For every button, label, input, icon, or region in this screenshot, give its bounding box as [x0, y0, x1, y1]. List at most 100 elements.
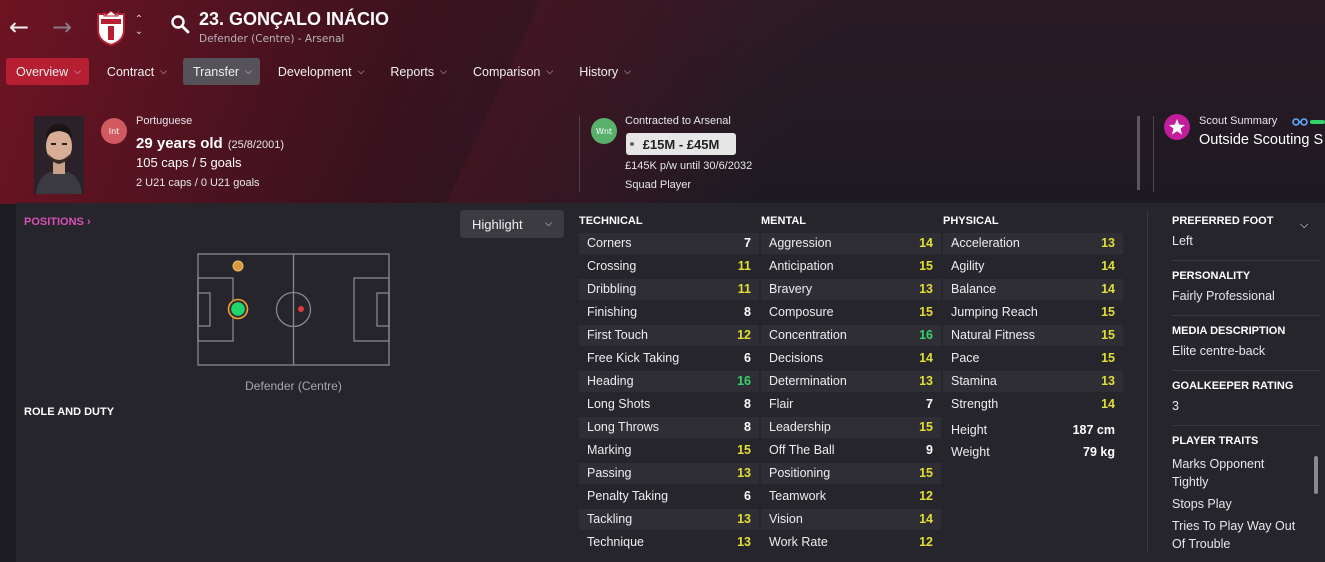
position-caption: Defender (Centre)	[245, 379, 342, 393]
attribute-name: Teamwork	[769, 489, 826, 503]
attribute-value: 15	[1101, 328, 1115, 342]
attribute-name: Off The Ball	[769, 443, 835, 457]
transfer-status-badge[interactable]: Wnt	[591, 118, 617, 144]
club-crest-icon[interactable]	[95, 10, 127, 46]
attribute-row[interactable]: Decisions 14	[761, 348, 941, 369]
attribute-row[interactable]: Anticipation 15	[761, 256, 941, 277]
attribute-row[interactable]: Corners 7	[579, 233, 759, 254]
scout-star-icon[interactable]	[1163, 113, 1191, 141]
attribute-row[interactable]: Positioning 15	[761, 463, 941, 484]
scroll-divider	[1137, 116, 1140, 190]
weight-label: Weight	[951, 445, 990, 459]
u21-caps-goals: 2 U21 caps / 0 U21 goals	[136, 177, 260, 189]
attribute-name: Positioning	[769, 466, 831, 480]
attribute-value: 14	[919, 351, 933, 365]
attribute-value: 9	[926, 443, 933, 457]
attribute-row[interactable]: Vision 14	[761, 509, 941, 530]
scout-summary-label: Scout Summary	[1199, 115, 1278, 127]
chevron-right-icon: ›	[86, 216, 91, 228]
positions-link[interactable]: POSITIONS ›	[24, 216, 91, 228]
forward-arrow-icon[interactable]: →	[52, 15, 72, 39]
attribute-name: Vision	[769, 512, 803, 526]
player-name: 23. GONÇALO INÁCIO	[199, 9, 390, 29]
personality-value: Fairly Professional	[1172, 289, 1275, 303]
attribute-value: 13	[919, 282, 933, 296]
attribute-value: 13	[737, 535, 751, 549]
traits-scrollbar[interactable]	[1314, 456, 1318, 494]
chevron-down-icon[interactable]: ⌵	[1300, 218, 1308, 232]
physical-header: PHYSICAL	[943, 215, 999, 227]
tab-transfer[interactable]: Transfer ⌵	[183, 58, 260, 85]
tab-label: History	[579, 64, 619, 79]
attribute-row[interactable]: Penalty Taking 6	[579, 486, 759, 507]
tab-contract[interactable]: Contract ⌵	[97, 58, 175, 85]
attribute-row[interactable]: Marking 15	[579, 440, 759, 461]
height-label: Height	[951, 423, 988, 437]
attribute-name: Tackling	[587, 512, 633, 526]
wage-contract: £145K p/w until 30/6/2032	[625, 160, 753, 172]
attribute-row[interactable]: Crossing 11	[579, 256, 759, 277]
attribute-row[interactable]: Flair 7	[761, 394, 941, 415]
separator	[1172, 315, 1320, 316]
attribute-row[interactable]: Heading 16	[579, 371, 759, 392]
attribute-row[interactable]: Acceleration 13	[943, 233, 1123, 254]
attribute-row[interactable]: Leadership 15	[761, 417, 941, 438]
attribute-row[interactable]: First Touch 12	[579, 325, 759, 346]
switch-player-icon[interactable]: ⌃ ⌄	[133, 14, 145, 38]
attribute-row[interactable]: Tackling 13	[579, 509, 759, 530]
nationality-badge[interactable]: Int	[101, 118, 127, 144]
attribute-row[interactable]: Determination 13	[761, 371, 941, 392]
goalkeeper-rating-value: 3	[1172, 399, 1179, 413]
attribute-row[interactable]: Technique 13	[579, 532, 759, 553]
attribute-name: Stamina	[951, 374, 997, 388]
transfer-value[interactable]: £15M - £45M	[626, 133, 736, 155]
attribute-name: Long Shots	[587, 397, 651, 411]
attribute-row[interactable]: Long Throws 8	[579, 417, 759, 438]
attribute-row[interactable]: Aggression 14	[761, 233, 941, 254]
attribute-value: 15	[1101, 351, 1115, 365]
attribute-name: Free Kick Taking	[587, 351, 680, 365]
tab-reports[interactable]: Reports ⌵	[380, 58, 455, 85]
tab-development[interactable]: Development ⌵	[268, 58, 372, 85]
attribute-value: 15	[919, 305, 933, 319]
attribute-row[interactable]: Natural Fitness 15	[943, 325, 1123, 346]
attribute-name: Leadership	[769, 420, 831, 434]
attribute-row[interactable]: Free Kick Taking 6	[579, 348, 759, 369]
attribute-value: 15	[919, 259, 933, 273]
attribute-row[interactable]: Dribbling 11	[579, 279, 759, 300]
attribute-row[interactable]: Work Rate 12	[761, 532, 941, 553]
tab-comparison[interactable]: Comparison ⌵	[463, 58, 561, 85]
tab-bar: Overview ⌵ Contract ⌵ Transfer ⌵ Developmen…	[6, 58, 639, 85]
chevron-down-icon: ⌵	[545, 218, 552, 228]
attribute-name: Corners	[587, 236, 632, 250]
tab-label: Contract	[106, 64, 155, 79]
search-icon[interactable]	[170, 14, 190, 34]
attribute-value: 12	[919, 535, 933, 549]
back-arrow-icon[interactable]: ←	[9, 15, 29, 39]
attribute-value: 12	[919, 489, 933, 503]
tab-history[interactable]: History ⌵	[569, 58, 639, 85]
attribute-row[interactable]: Finishing 8	[579, 302, 759, 323]
attribute-value: 7	[926, 397, 933, 411]
attribute-row[interactable]: Pace 15	[943, 348, 1123, 369]
attribute-row[interactable]: Concentration 16	[761, 325, 941, 346]
attribute-row[interactable]: Bravery 13	[761, 279, 941, 300]
attribute-row[interactable]: Agility 14	[943, 256, 1123, 277]
attribute-row[interactable]: Jumping Reach 15	[943, 302, 1123, 323]
attribute-row[interactable]: Composure 15	[761, 302, 941, 323]
attribute-name: Composure	[769, 305, 834, 319]
attribute-value: 15	[919, 466, 933, 480]
attribute-value: 14	[919, 236, 933, 250]
attribute-row[interactable]: Off The Ball 9	[761, 440, 941, 461]
attribute-value: 13	[1101, 236, 1115, 250]
attribute-row[interactable]: Stamina 13	[943, 371, 1123, 392]
attribute-row[interactable]: Balance 14	[943, 279, 1123, 300]
tab-label: Transfer	[193, 64, 240, 79]
highlight-dropdown[interactable]: Highlight ⌵	[460, 210, 564, 238]
attribute-row[interactable]: Passing 13	[579, 463, 759, 484]
attribute-row[interactable]: Long Shots 8	[579, 394, 759, 415]
attribute-value: 13	[919, 374, 933, 388]
attribute-row[interactable]: Teamwork 12	[761, 486, 941, 507]
attribute-row[interactable]: Strength 14	[943, 394, 1123, 415]
tab-overview[interactable]: Overview ⌵	[6, 58, 89, 85]
